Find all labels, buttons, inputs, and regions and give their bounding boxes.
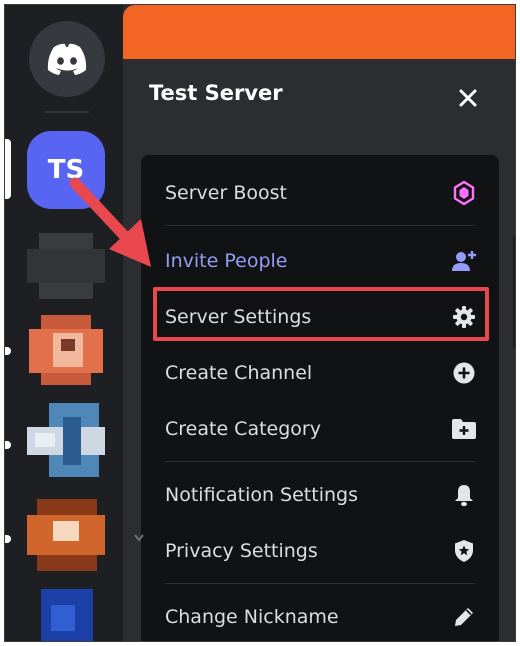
discord-window: TS Test Server Server Boost Invite Peopl…: [4, 4, 516, 642]
annotation-arrow-icon: [69, 177, 151, 267]
